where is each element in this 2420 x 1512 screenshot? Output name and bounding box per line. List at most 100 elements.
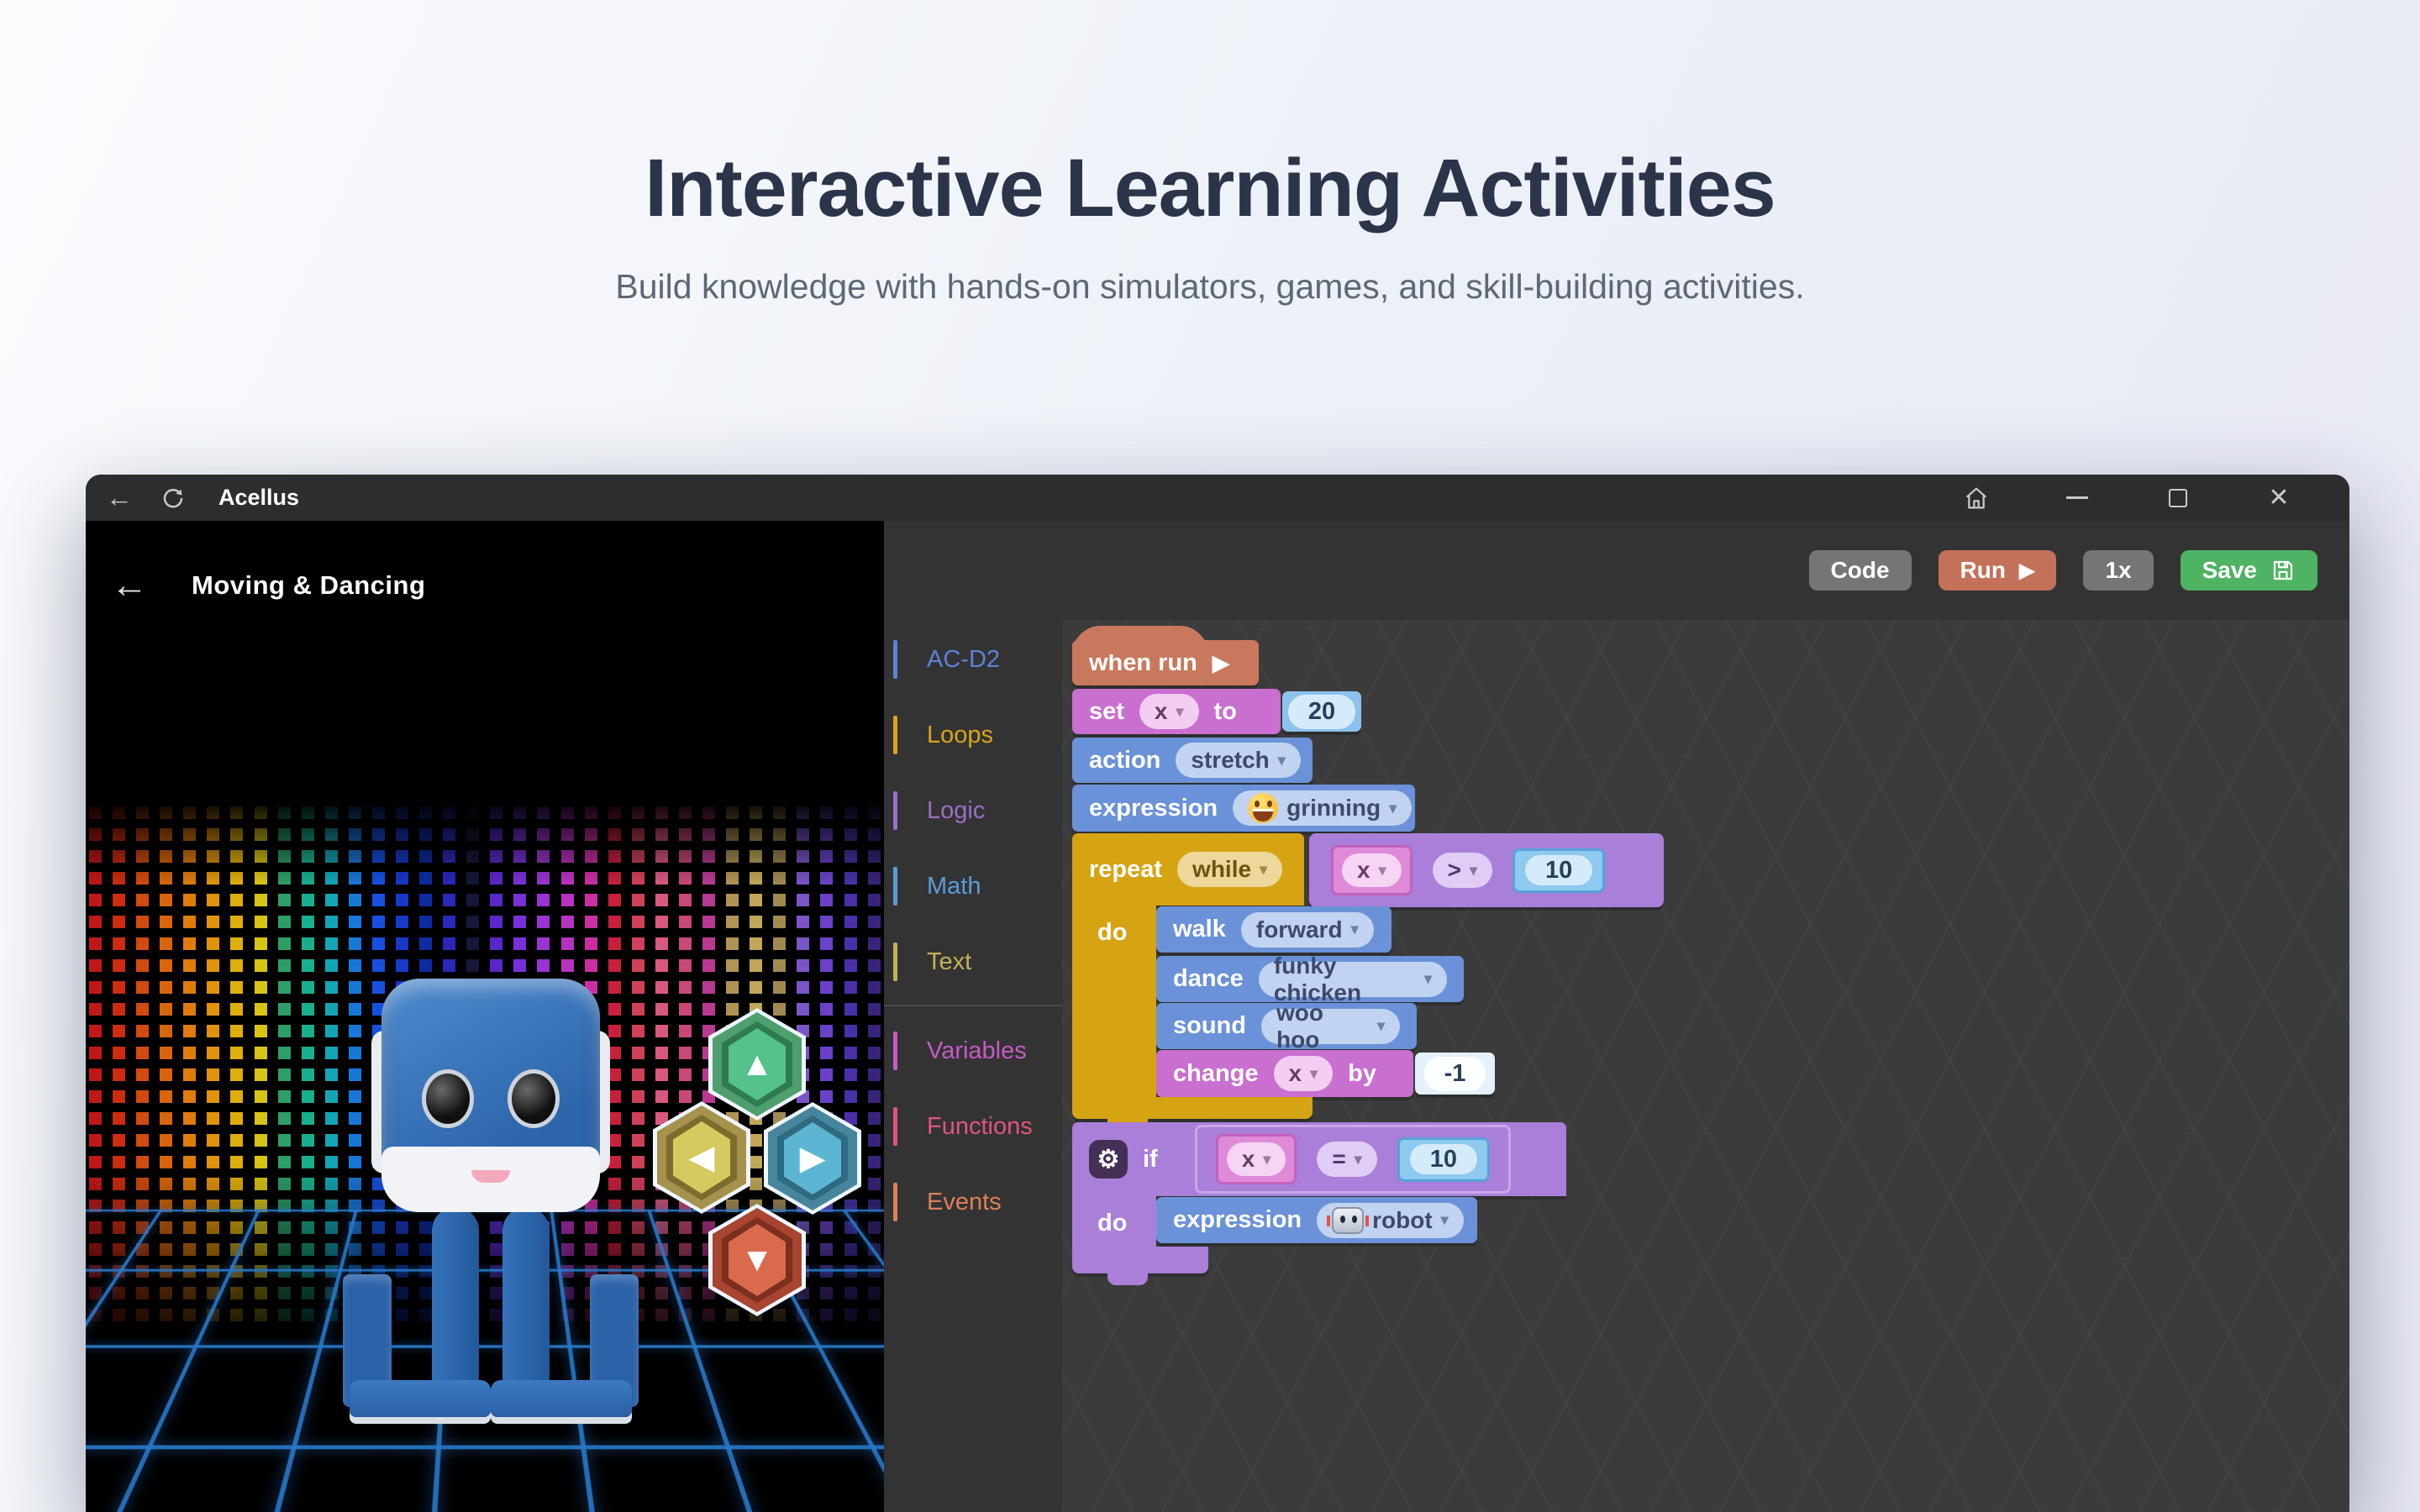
condition-number-block[interactable]: 10 [1512,848,1605,893]
block-if[interactable]: ⚙ if x ▾ = ▾ [1072,1122,1566,1196]
expression-keyword: expression [1173,1206,1302,1234]
block-if-condition[interactable]: x ▾ = ▾ 10 [1195,1125,1511,1194]
category-label: Events [927,1189,1002,1216]
expression-value: grinning [1286,795,1381,822]
condition-variable-block[interactable]: x ▾ [1216,1134,1297,1184]
by-label: by [1348,1060,1376,1088]
expression-dropdown[interactable]: grinning ▾ [1233,790,1412,826]
robot-foot-right [491,1380,632,1417]
up-direction-button[interactable]: ▲ [708,1008,806,1121]
variable-dropdown[interactable]: x ▾ [1227,1142,1286,1176]
grinning-emoji-icon [1248,793,1278,823]
walk-keyword: walk [1173,916,1226,943]
chevron-down-icon: ▾ [1389,800,1397,817]
operator-dropdown[interactable]: > ▾ [1433,853,1492,888]
close-icon[interactable]: ✕ [2252,483,2306,512]
gear-icon[interactable]: ⚙ [1089,1140,1128,1179]
sidebar-item-events[interactable]: Events [884,1164,1062,1240]
when-run-label: when run [1089,649,1197,677]
block-change-variable[interactable]: change x ▾ by [1156,1050,1413,1097]
chevron-down-icon: ▾ [1355,1151,1362,1168]
action-value: stretch [1191,747,1269,774]
home-icon[interactable] [1949,485,2003,512]
editor-toolbar: Code Run ▶ 1x Save [884,521,2349,620]
block-number-20[interactable]: 20 [1282,691,1361,732]
operator: > [1448,857,1461,884]
sidebar-item-ac-d2[interactable]: AC-D2 [884,622,1062,697]
block-set-variable[interactable]: set x ▾ to [1072,689,1281,734]
simulator-panel: ← Moving & Dancing [86,521,884,1512]
sound-keyword: sound [1173,1012,1246,1040]
variable-name: x [1357,857,1370,884]
category-color-bar [893,1183,897,1221]
category-color-bar [893,867,897,906]
category-color-bar [893,1107,897,1146]
code-button[interactable]: Code [1809,550,1912,591]
chevron-down-icon: ▾ [1424,970,1432,988]
up-arrow-icon: ▲ [740,1046,774,1084]
page-title: Interactive Learning Activities [0,141,2420,235]
block-walk[interactable]: walk forward ▾ [1156,906,1392,953]
expression-dropdown[interactable]: robot ▾ [1317,1203,1464,1238]
app-window: ← Acellus ✕ ← Moving & Dancing [86,475,2349,1512]
left-direction-button[interactable]: ◀ [653,1101,750,1214]
sound-dropdown[interactable]: woo hoo ▾ [1261,1009,1400,1044]
refresh-icon[interactable] [146,486,200,511]
robot-leg-left [432,1207,479,1400]
chevron-down-icon: ▾ [1377,1017,1385,1035]
walk-dropdown[interactable]: forward ▾ [1241,912,1374,948]
variable-name: x [1242,1146,1255,1173]
robot-figure [381,979,600,1424]
robot-eye-left [422,1069,474,1128]
expression-value: robot [1372,1207,1433,1234]
back-icon[interactable]: ← [92,482,146,513]
block-number-neg1[interactable]: -1 [1415,1053,1495,1095]
variable-dropdown[interactable]: x ▾ [1342,853,1402,887]
operator-dropdown[interactable]: = ▾ [1317,1142,1376,1177]
action-dropdown[interactable]: stretch ▾ [1176,743,1300,778]
minimize-icon[interactable] [2050,496,2104,499]
sidebar-item-text[interactable]: Text [884,924,1062,1000]
if-do-spine: do [1072,1196,1156,1247]
block-workspace[interactable]: when run ▶ set x ▾ to 20 [1062,620,2349,1512]
do-label: do [1097,919,1127,946]
block-expression-robot[interactable]: expression robot ▾ [1156,1197,1477,1243]
sidebar-item-math[interactable]: Math [884,848,1062,924]
block-when-run[interactable]: when run ▶ [1072,640,1259,685]
maximize-icon[interactable] [2151,489,2205,507]
variable-dropdown[interactable]: x ▾ [1274,1056,1334,1091]
down-direction-button[interactable]: ▼ [708,1204,806,1316]
sidebar-item-logic[interactable]: Logic [884,773,1062,848]
sidebar-item-loops[interactable]: Loops [884,697,1062,773]
variable-dropdown[interactable]: x ▾ [1139,694,1199,729]
block-action[interactable]: action stretch ▾ [1072,738,1313,783]
run-button[interactable]: Run ▶ [1939,550,2057,591]
dance-dropdown[interactable]: funky chicken ▾ [1259,962,1447,997]
block-category-list: AC-D2Loops Logic MathText VariablesFunction… [884,620,1062,1512]
category-label: Logic [927,797,985,825]
to-label: to [1214,698,1237,726]
operator: = [1332,1146,1345,1173]
sidebar-item-variables[interactable]: Variables [884,1013,1062,1089]
save-button[interactable]: Save [2181,550,2317,591]
chevron-down-icon: ▾ [1351,921,1359,938]
condition-number-block[interactable]: 10 [1397,1137,1490,1182]
right-direction-button[interactable]: ▶ [764,1102,861,1215]
block-expression[interactable]: expression grinning ▾ [1072,785,1415,832]
sidebar-divider [884,1005,1062,1006]
speed-button[interactable]: 1x [2083,550,2153,591]
down-arrow-icon: ▼ [740,1242,774,1279]
repeat-mode-dropdown[interactable]: while ▾ [1177,852,1282,887]
editor-pane: Code Run ▶ 1x Save AC-D2Loops Logic MathTe… [884,521,2349,1512]
block-repeat[interactable]: repeat while ▾ [1072,833,1304,906]
block-dance[interactable]: dance funky chicken ▾ [1156,956,1464,1002]
robot-emoji-icon [1332,1207,1364,1234]
condition-variable-block[interactable]: x ▾ [1331,845,1413,895]
block-repeat-condition[interactable]: x ▾ > ▾ 10 [1309,833,1664,907]
do-label: do [1097,1210,1127,1236]
chevron-down-icon: ▾ [1470,862,1477,879]
robot-head [381,979,600,1212]
sidebar-item-functions[interactable]: Functions [884,1089,1062,1164]
panel-back-icon[interactable]: ← [111,567,148,604]
block-sound[interactable]: sound woo hoo ▾ [1156,1003,1417,1049]
